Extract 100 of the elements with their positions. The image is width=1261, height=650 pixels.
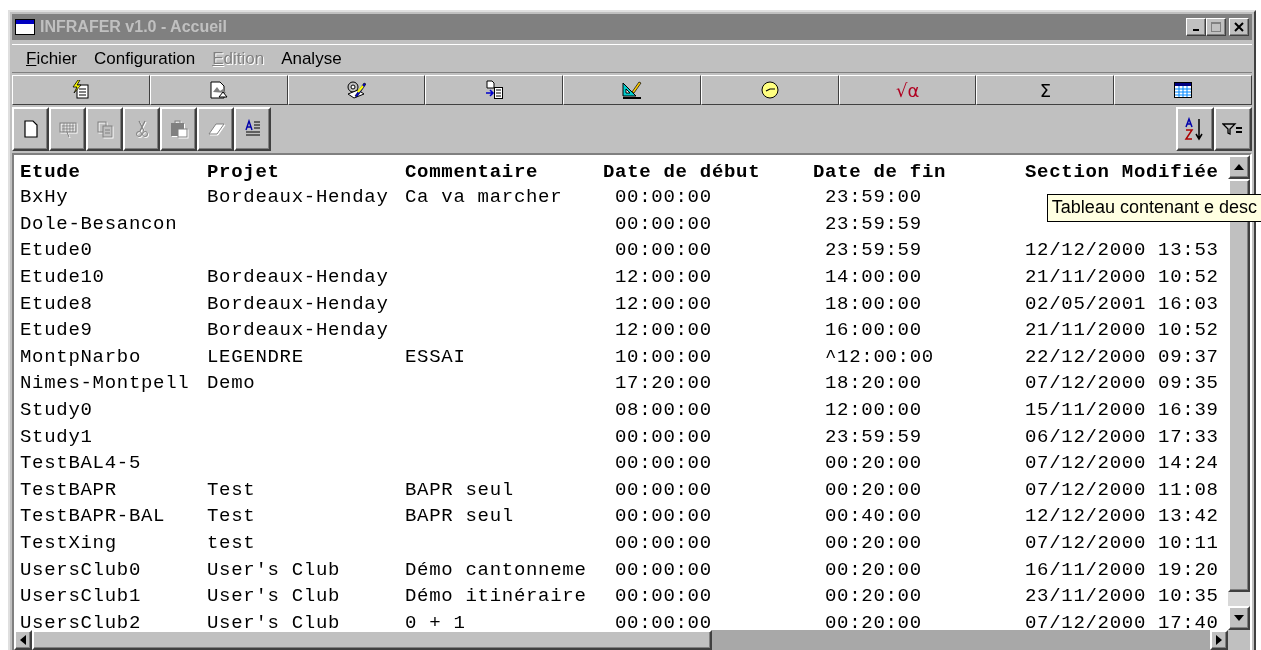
menu-item[interactable]: Fichier (20, 48, 88, 69)
module-button[interactable] (563, 75, 701, 105)
module-button[interactable] (12, 75, 150, 105)
module-button[interactable] (1114, 75, 1253, 105)
table-cell-text: 00:00:00 (614, 558, 713, 581)
table-cell-text: 23:59:59 (824, 239, 923, 262)
table-cell-text: 07/12/2000 10:11 (1025, 532, 1220, 554)
table-cell-text: 16:00:00 (824, 319, 923, 342)
table-cell-text: Démo itinéraire (405, 585, 588, 608)
table-cell-text: Bordeaux-Henday (207, 266, 390, 289)
table-cell-text: 00:00:00 (614, 452, 713, 475)
table-cell-text: 16/11/2000 19:20 (1025, 558, 1220, 581)
table-cell-text: Bordeaux-Henday (207, 292, 390, 315)
table-cell-text: 00:20:00 (824, 585, 923, 608)
table-cell-text: Ca va marcher (405, 186, 564, 209)
window-title: INFRAFER v1.0 - Accueil (40, 18, 228, 36)
menu-item[interactable]: Configuration (88, 48, 207, 69)
column-header[interactable]: Date de fin (813, 160, 1025, 183)
minimize-button[interactable] (1186, 18, 1206, 36)
module-button[interactable] (287, 75, 426, 105)
table-cell-text: 00:20:00 (824, 478, 923, 501)
column-header[interactable]: Date de début (603, 160, 813, 183)
table-cell-text: 17:20:00 (614, 372, 713, 395)
table-cell-text: 22/12/2000 09:37 (1025, 345, 1220, 368)
table-cell-text: 08:00:00 (614, 399, 713, 422)
table-cell-text: 0 + 1 (405, 611, 467, 630)
table-cell-text: 00:40:00 (824, 505, 923, 528)
table-cell-text: 07/12/2000 09:35 (1025, 372, 1220, 395)
tooltip: Tableau contenant e desc (1046, 194, 1261, 222)
table-cell-text: 00:20:00 (824, 532, 923, 554)
table-cell-text: 07/12/2000 14:24 (1025, 452, 1220, 475)
column-header[interactable]: Section Modifiée (1025, 160, 1225, 183)
table-cell-text: Dole-Besancon (20, 212, 179, 235)
table-cell-text: Etude8 (20, 292, 94, 315)
table-cell-text: 00:00:00 (614, 505, 713, 528)
table-cell-text: Study1 (20, 425, 94, 448)
table-cell-text: ESSAI (405, 345, 467, 368)
up-arrow-icon (1234, 164, 1244, 170)
table-cell-text: ^12:00:00 (824, 345, 935, 368)
table-cell-text: UsersClub2 (20, 611, 143, 630)
import-list-icon (484, 80, 505, 100)
table-cell-text: Nimes-Montpell (20, 372, 191, 395)
table-cell-text: Démo cantonneme (405, 558, 588, 581)
maximize-button[interactable] (1206, 18, 1226, 36)
menu-item[interactable]: Analyse (275, 48, 353, 69)
scroll-right-button[interactable] (1210, 630, 1228, 650)
table-cell-text: Etude0 (20, 239, 94, 262)
table-cell-text: Test (207, 478, 257, 501)
module-button[interactable]: Σ (976, 75, 1115, 105)
table-cell-text: UsersClub1 (20, 585, 143, 608)
toolbar-button[interactable] (12, 107, 49, 151)
module-button[interactable] (149, 75, 288, 105)
scroll-thumb[interactable] (32, 630, 712, 650)
table-cell-text: 15/11/2000 16:39 (1025, 399, 1220, 422)
column-header[interactable]: Commentaire (405, 160, 603, 183)
table-cell-text: 00:00:00 (614, 186, 713, 209)
table-cell-text: BAPR seul (405, 505, 515, 528)
scroll-left-button[interactable] (14, 630, 32, 650)
down-arrow-icon (1234, 615, 1244, 621)
table-cell-text: 12/12/2000 13:42 (1025, 505, 1220, 528)
scroll-up-button[interactable] (1228, 155, 1250, 179)
toolbar-button[interactable] (234, 107, 271, 151)
table-cell-text: BAPR seul (405, 478, 515, 501)
close-icon (1234, 22, 1244, 32)
table-cell-text: TestBAPR (20, 478, 118, 501)
table-cell-text: TestXing (20, 532, 118, 554)
table-cell-text: 21/11/2000 10:52 (1025, 319, 1220, 342)
table-cell-text: Demo (207, 372, 257, 395)
table-cell-text: 23:59:00 (824, 186, 923, 209)
maximize-icon (1210, 21, 1222, 33)
set-square-pencil-icon (622, 80, 642, 100)
clipboard-icon (168, 119, 189, 139)
table-cell-text: 23:59:59 (824, 212, 923, 235)
table-cell-text: 12:00:00 (614, 319, 713, 342)
table-cell-text: UsersClub0 (20, 558, 143, 581)
module-button[interactable]: √α (838, 75, 977, 105)
close-button[interactable] (1229, 18, 1249, 36)
module-button[interactable] (700, 75, 839, 105)
scroll-down-button[interactable] (1228, 606, 1250, 630)
table-cell-text: 21/11/2000 10:52 (1025, 266, 1220, 289)
table-cell-text: 00:20:00 (824, 611, 923, 630)
text-format-icon (242, 119, 263, 139)
table-cell-text: 23/11/2000 10:35 (1025, 585, 1220, 608)
copy-icon (94, 119, 115, 139)
table-cell-text: Bordeaux-Henday (207, 186, 390, 209)
table-cell-text: 10:00:00 (614, 345, 713, 368)
table-cell-text: 00:00:00 (614, 532, 713, 554)
sort-button[interactable] (1176, 107, 1214, 151)
column-header[interactable]: Etude (20, 160, 207, 183)
table-cell-text: 12:00:00 (824, 399, 923, 422)
filter-icon (1222, 122, 1244, 136)
module-button[interactable] (425, 75, 564, 105)
left-arrow-icon (20, 635, 26, 645)
table-cell-text: 07/12/2000 11:08 (1025, 478, 1220, 501)
column-header[interactable]: Projet (207, 160, 405, 183)
filter-button[interactable] (1214, 107, 1252, 151)
right-arrow-icon (1216, 635, 1222, 645)
table-cell-text: User's Club (207, 585, 342, 608)
table-cell-text: 14:00:00 (824, 266, 923, 289)
table-cell-text: Etude10 (20, 266, 106, 289)
